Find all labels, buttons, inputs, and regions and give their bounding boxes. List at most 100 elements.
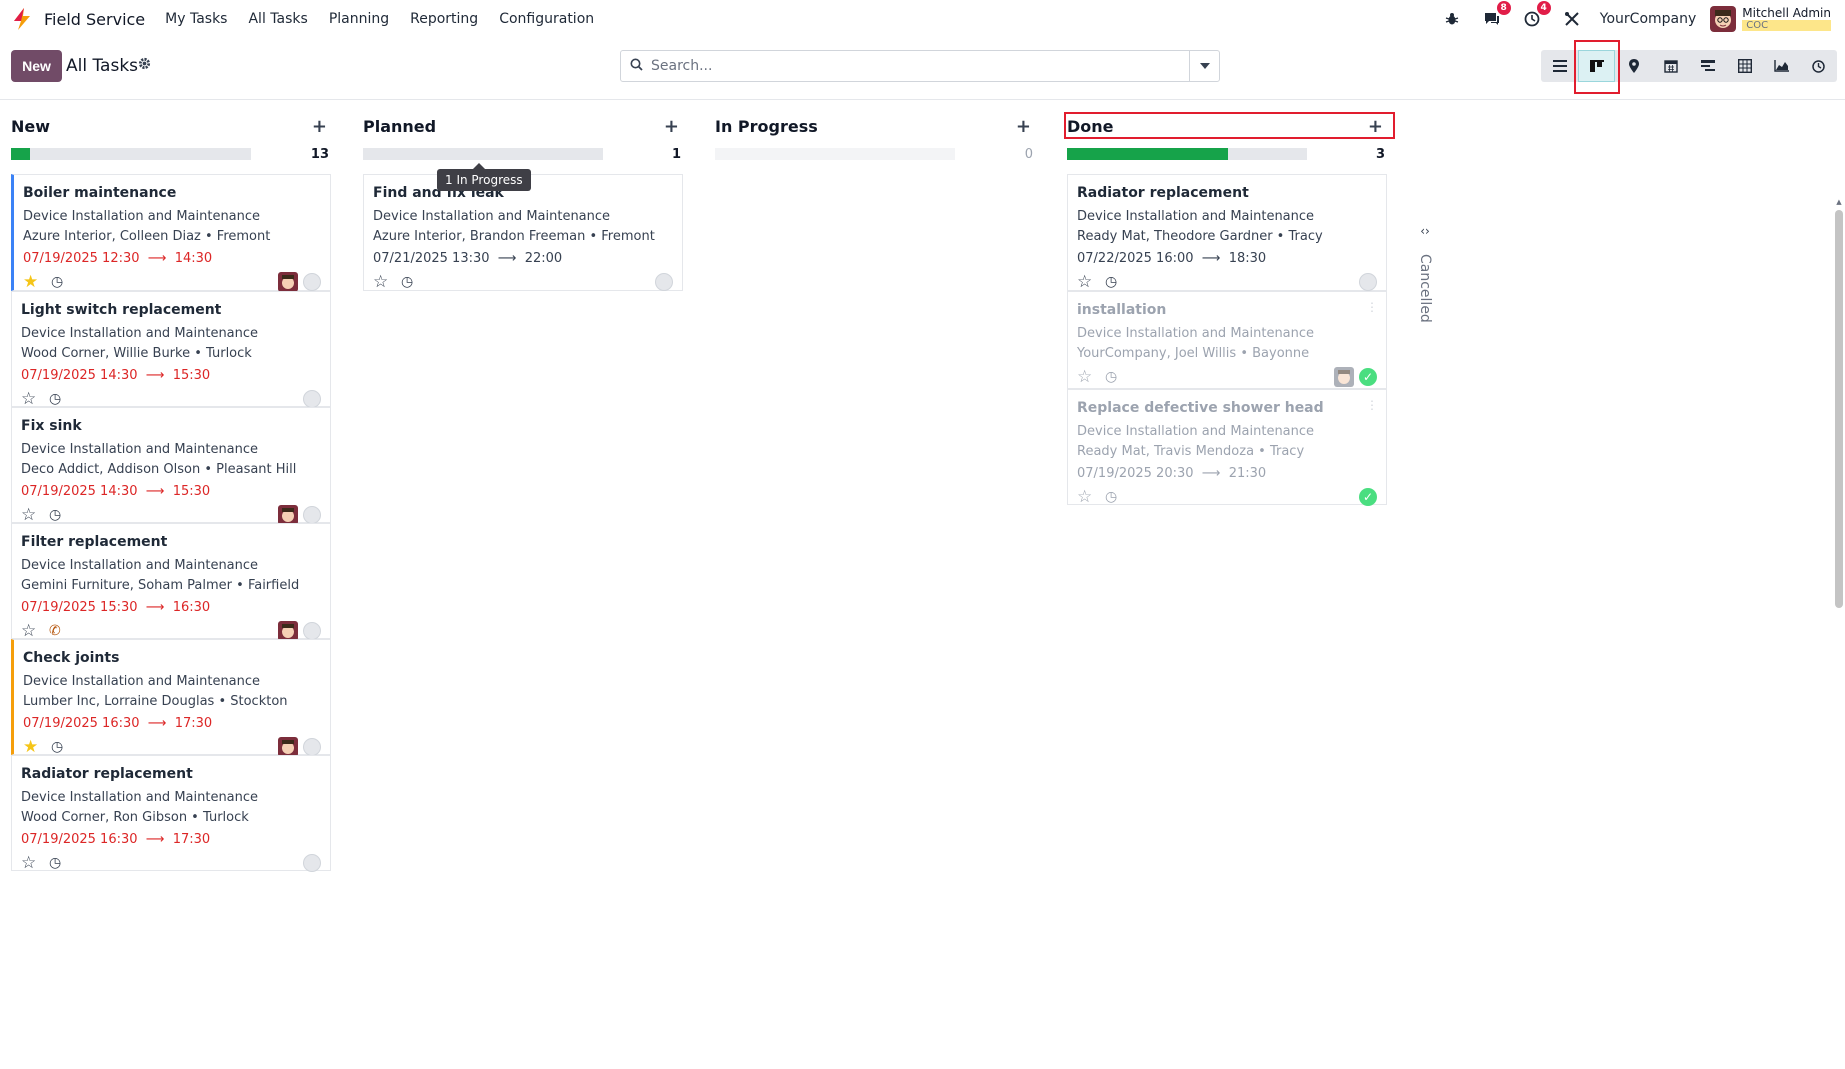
search-input[interactable] xyxy=(651,52,1189,80)
task-end: 21:30 xyxy=(1228,466,1267,481)
activity-clock-icon[interactable]: ◷ xyxy=(1105,489,1117,505)
search-options-dropdown[interactable] xyxy=(1189,51,1219,81)
task-card[interactable]: Fix sink Device Installation and Mainten… xyxy=(11,407,331,525)
assignee-avatar[interactable] xyxy=(278,737,298,757)
priority-star-icon[interactable]: ☆ xyxy=(373,272,395,292)
area-chart-icon[interactable] xyxy=(1763,50,1800,82)
assignee-avatar[interactable] xyxy=(278,621,298,641)
priority-star-icon[interactable]: ☆ xyxy=(21,505,43,525)
activity-clock-icon[interactable]: ◷ xyxy=(49,855,61,871)
priority-star-icon[interactable]: ☆ xyxy=(21,621,43,641)
kanban-state-circle[interactable] xyxy=(303,854,321,872)
add-task-plus-icon[interactable]: + xyxy=(664,116,679,137)
menu-planning[interactable]: Planning xyxy=(329,11,389,27)
kanban-state-circle[interactable] xyxy=(655,273,673,291)
task-card[interactable]: Check joints Device Installation and Mai… xyxy=(11,639,331,757)
kanban-state-circle[interactable] xyxy=(1359,273,1377,291)
progress-bar[interactable] xyxy=(715,148,955,160)
column-header[interactable]: New + xyxy=(11,115,331,137)
column-header[interactable]: In Progress + xyxy=(715,115,1035,137)
scroll-thumb[interactable] xyxy=(1835,210,1843,608)
activity-clock-icon[interactable]: ◷ xyxy=(51,739,63,755)
task-card[interactable]: ⋮ Replace defective shower head Device I… xyxy=(1067,389,1387,507)
user-menu[interactable]: Mitchell Admin COC xyxy=(1742,5,1831,32)
progress-bar[interactable] xyxy=(363,148,603,160)
user-name: Mitchell Admin xyxy=(1742,5,1831,20)
priority-star-icon[interactable]: ☆ xyxy=(21,853,43,873)
task-start: 07/19/2025 16:30 xyxy=(21,832,138,847)
card-menu-kebab-icon[interactable]: ⋮ xyxy=(1366,398,1378,412)
task-card[interactable]: ⋮ installation Device Installation and M… xyxy=(1067,291,1387,389)
activity-clock-icon[interactable]: ◷ xyxy=(1105,274,1117,290)
folded-column-cancelled[interactable]: ‹› Cancelled xyxy=(1410,224,1440,424)
board-scrollbar[interactable]: ▲ xyxy=(1835,198,1843,1069)
task-customer: Azure Interior, Brandon Freeman • Fremon… xyxy=(373,229,655,244)
task-card[interactable]: Boiler maintenance Device Installation a… xyxy=(11,174,331,292)
caret-down-icon xyxy=(1199,63,1210,69)
kanban-state-circle[interactable] xyxy=(303,506,321,524)
unfold-arrows-icon[interactable]: ‹› xyxy=(1410,224,1440,238)
column-progress: 3 xyxy=(1067,147,1387,162)
tools-icon[interactable] xyxy=(1562,9,1582,29)
add-task-plus-icon[interactable]: + xyxy=(312,116,327,137)
assignee-avatar[interactable] xyxy=(278,272,298,292)
kanban-state-circle[interactable] xyxy=(303,273,321,291)
column-in-progress: In Progress + 0 xyxy=(704,101,1034,968)
activity-clock-icon[interactable]: ◷ xyxy=(49,391,61,407)
activity-clock-icon[interactable]: ◷ xyxy=(49,507,61,523)
activity-view-clock-icon[interactable] xyxy=(1800,50,1837,82)
task-title: Filter replacement xyxy=(21,534,168,550)
app-name[interactable]: Field Service xyxy=(44,10,145,29)
kanban-state-circle[interactable] xyxy=(303,622,321,640)
task-card[interactable]: Find and fix leak Device Installation an… xyxy=(363,174,683,293)
debug-bug-icon[interactable] xyxy=(1442,9,1462,29)
priority-star-icon[interactable]: ☆ xyxy=(1077,272,1099,292)
column-planned: Planned + 1 Find and fix leak Device Ins… xyxy=(352,101,683,968)
task-project: Device Installation and Maintenance xyxy=(21,790,259,805)
task-footer: ☆ ◷ xyxy=(373,271,673,293)
activity-clock-icon[interactable]: ◷ xyxy=(51,274,63,290)
add-task-plus-icon[interactable]: + xyxy=(1016,116,1031,137)
menu-reporting[interactable]: Reporting xyxy=(410,11,478,27)
progress-bar[interactable] xyxy=(1067,148,1307,160)
task-card[interactable]: Radiator replacement Device Installation… xyxy=(1067,174,1387,292)
activities-clock-icon[interactable]: 4 xyxy=(1522,1,1551,29)
done-check-icon[interactable]: ✓ xyxy=(1359,368,1377,386)
activity-clock-icon[interactable]: ◷ xyxy=(401,274,413,290)
done-check-icon[interactable]: ✓ xyxy=(1359,488,1377,506)
scroll-up-arrow-icon[interactable]: ▲ xyxy=(1835,198,1843,206)
priority-star-icon[interactable]: ☆ xyxy=(1077,487,1099,507)
task-project: Device Installation and Maintenance xyxy=(23,674,261,689)
priority-star-icon[interactable]: ★ xyxy=(23,272,45,292)
card-menu-kebab-icon[interactable]: ⋮ xyxy=(1366,300,1378,314)
progress-bar[interactable] xyxy=(11,148,251,160)
task-card[interactable]: Radiator replacement Device Installation… xyxy=(11,755,331,873)
map-pin-icon[interactable] xyxy=(1615,50,1652,82)
menu-all-tasks[interactable]: All Tasks xyxy=(248,11,307,27)
task-card[interactable]: Light switch replacement Device Installa… xyxy=(11,291,331,409)
menu-configuration[interactable]: Configuration xyxy=(499,11,594,27)
assignee-avatar[interactable] xyxy=(278,505,298,525)
priority-star-icon[interactable]: ☆ xyxy=(1077,367,1099,387)
kanban-state-circle[interactable] xyxy=(303,390,321,408)
column-header[interactable]: Planned + xyxy=(363,115,683,137)
priority-star-icon[interactable]: ★ xyxy=(23,737,45,757)
calendar-icon[interactable] xyxy=(1652,50,1689,82)
messages-icon[interactable]: 8 xyxy=(1482,1,1511,29)
company-switcher[interactable]: YourCompany xyxy=(1600,11,1697,27)
pivot-table-icon[interactable] xyxy=(1726,50,1763,82)
menu-my-tasks[interactable]: My Tasks xyxy=(165,11,227,27)
priority-star-icon[interactable]: ☆ xyxy=(21,389,43,409)
task-customer: Wood Corner, Willie Burke • Turlock xyxy=(21,346,252,361)
user-avatar[interactable] xyxy=(1710,6,1737,32)
assignee-avatar[interactable] xyxy=(1334,367,1354,387)
kanban-state-circle[interactable] xyxy=(303,738,321,756)
field-service-logo-icon[interactable] xyxy=(10,7,34,31)
gear-icon[interactable] xyxy=(138,57,151,74)
activity-clock-icon[interactable]: ◷ xyxy=(1105,369,1117,385)
task-card[interactable]: Filter replacement Device Installation a… xyxy=(11,523,331,641)
gantt-view-icon[interactable] xyxy=(1689,50,1726,82)
list-view-icon[interactable] xyxy=(1541,50,1578,82)
phone-activity-icon[interactable]: ✆ xyxy=(49,623,61,639)
new-button[interactable]: New xyxy=(11,50,62,82)
